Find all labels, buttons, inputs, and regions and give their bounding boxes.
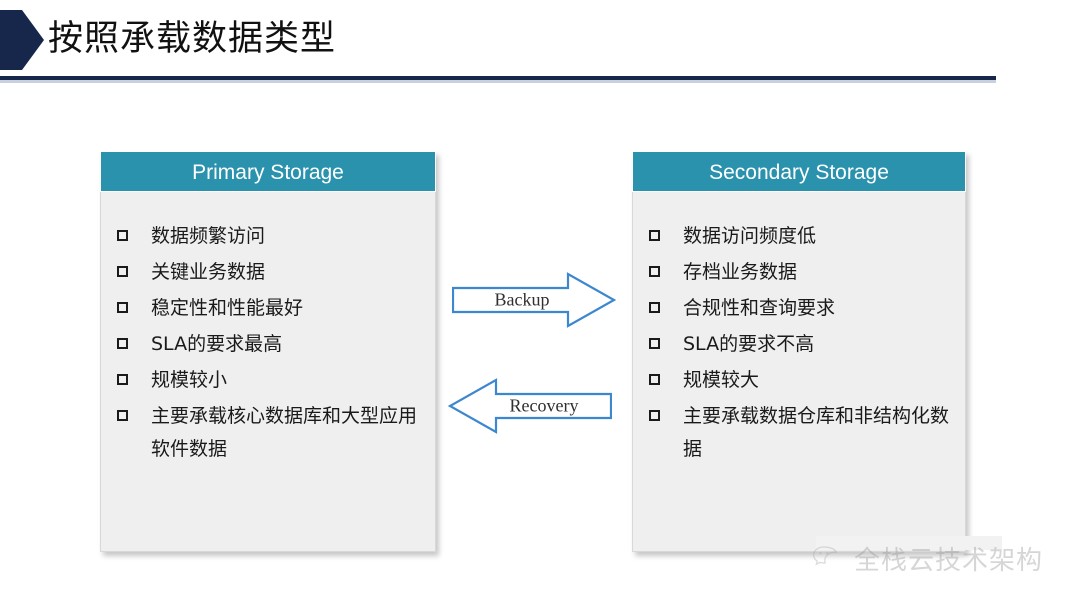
hollow-square-bullet-icon <box>117 338 128 349</box>
list-item-label: 规模较小 <box>151 369 228 391</box>
arrow-right-icon <box>451 272 617 328</box>
hollow-square-bullet-icon <box>649 230 660 241</box>
watermark-text: 全栈云技术架构 <box>854 546 1044 576</box>
hollow-square-bullet-icon <box>649 302 660 313</box>
list-item-label: 稳定性和性能最好 <box>151 297 304 319</box>
hollow-square-bullet-icon <box>649 266 660 277</box>
hollow-square-bullet-icon <box>117 266 128 277</box>
list-item: 主要承载核心数据库和大型应用软件数据 <box>109 400 425 466</box>
hollow-square-bullet-icon <box>117 374 128 385</box>
list-item: 数据频繁访问 <box>109 220 425 253</box>
list-item-label: 主要承载数据仓库和非结构化数据 <box>683 405 950 460</box>
list-item: SLA的要求最高 <box>109 328 425 361</box>
list-item-label: SLA的要求最高 <box>151 333 283 355</box>
list-item: 稳定性和性能最好 <box>109 292 425 325</box>
recovery-arrow: Recovery <box>447 378 613 434</box>
secondary-storage-card: Secondary Storage 数据访问频度低 存档业务数据 合规性和查询要… <box>632 151 966 552</box>
primary-storage-card: Primary Storage 数据频繁访问 关键业务数据 稳定性和性能最好 S… <box>100 151 436 552</box>
list-item: 存档业务数据 <box>641 256 955 289</box>
list-item-label: 规模较大 <box>683 369 760 391</box>
hollow-square-bullet-icon <box>649 374 660 385</box>
secondary-storage-body: 数据访问频度低 存档业务数据 合规性和查询要求 SLA的要求不高 规模较大 主要… <box>632 192 966 552</box>
hollow-square-bullet-icon <box>117 302 128 313</box>
arrow-left-icon <box>447 378 613 434</box>
primary-storage-list: 数据频繁访问 关键业务数据 稳定性和性能最好 SLA的要求最高 规模较小 主要承… <box>109 220 425 466</box>
list-item: SLA的要求不高 <box>641 328 955 361</box>
list-item-label: SLA的要求不高 <box>683 333 815 355</box>
secondary-storage-list: 数据访问频度低 存档业务数据 合规性和查询要求 SLA的要求不高 规模较大 主要… <box>641 220 955 466</box>
wechat-logo-icon <box>812 545 838 565</box>
list-item-label: 合规性和查询要求 <box>683 297 836 319</box>
hollow-square-bullet-icon <box>117 230 128 241</box>
page-title: 按照承载数据类型 <box>48 19 337 59</box>
list-item: 规模较大 <box>641 364 955 397</box>
list-item-label: 存档业务数据 <box>683 261 798 283</box>
list-item-label: 主要承载核心数据库和大型应用软件数据 <box>151 405 418 460</box>
list-item: 关键业务数据 <box>109 256 425 289</box>
list-item: 合规性和查询要求 <box>641 292 955 325</box>
hollow-square-bullet-icon <box>117 410 128 421</box>
primary-storage-header: Primary Storage <box>100 151 436 192</box>
watermark: 全栈云技术架构 <box>812 540 1043 577</box>
list-item-label: 数据频繁访问 <box>151 225 266 247</box>
hollow-square-bullet-icon <box>649 338 660 349</box>
hollow-square-bullet-icon <box>649 410 660 421</box>
list-item-label: 关键业务数据 <box>151 261 266 283</box>
title-divider-shadow <box>0 80 996 83</box>
title-chevron-icon <box>0 10 44 70</box>
primary-storage-body: 数据频繁访问 关键业务数据 稳定性和性能最好 SLA的要求最高 规模较小 主要承… <box>100 192 436 552</box>
secondary-storage-header: Secondary Storage <box>632 151 966 192</box>
list-item: 数据访问频度低 <box>641 220 955 253</box>
list-item: 规模较小 <box>109 364 425 397</box>
list-item: 主要承载数据仓库和非结构化数据 <box>641 400 955 466</box>
backup-arrow: Backup <box>451 272 617 328</box>
list-item-label: 数据访问频度低 <box>683 225 817 247</box>
